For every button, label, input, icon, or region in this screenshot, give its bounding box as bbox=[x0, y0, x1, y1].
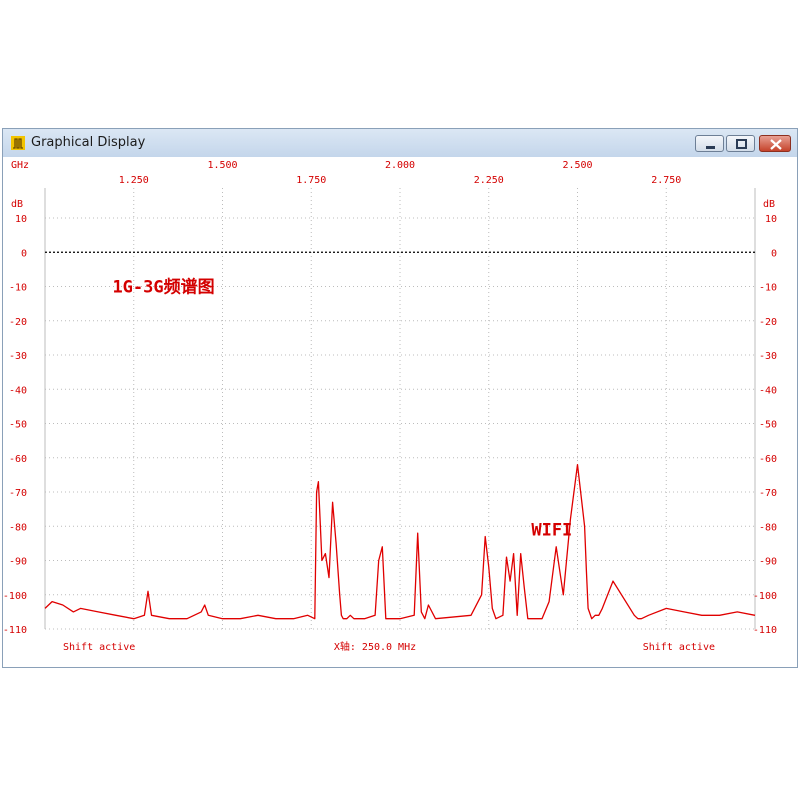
x-unit-label: GHz bbox=[11, 160, 29, 171]
y-tick-label-left: -10 bbox=[9, 283, 27, 294]
x-tick-label-bottom: 2.250 bbox=[474, 175, 504, 186]
spectrum-plot-area[interactable]: GHz dB dB 10 10 0 0 -10 -10 -20 -20 -30 -30 -40 -40… bbox=[3, 157, 797, 667]
status-right: Shift active bbox=[643, 642, 715, 653]
y-unit-label-right: dB bbox=[763, 199, 775, 210]
wifi-annotation: WIFI bbox=[531, 521, 572, 541]
y-tick-label-right: 0 bbox=[771, 248, 777, 259]
y-tick-label-left: -90 bbox=[9, 557, 27, 568]
close-button[interactable] bbox=[759, 135, 791, 152]
y-tick-label-left: -50 bbox=[9, 420, 27, 431]
y-tick-label-left: 0 bbox=[21, 248, 27, 259]
y-tick-label-right: -40 bbox=[759, 385, 777, 396]
y-tick-label-right: -50 bbox=[759, 420, 777, 431]
spectrum-chart: GHz dB dB 10 10 0 0 -10 -10 -20 -20 -30 -30 -40 -40… bbox=[3, 160, 777, 653]
y-tick-label-right: -10 bbox=[759, 283, 777, 294]
x-tick-label-bottom: 1.750 bbox=[296, 175, 326, 186]
y-tick-label-right: -100 bbox=[753, 591, 777, 602]
y-tick-label-right: -20 bbox=[759, 317, 777, 328]
x-tick-label-top: 1.500 bbox=[207, 160, 237, 171]
y-tick-label-left: -60 bbox=[9, 454, 27, 465]
y-tick-label-right: -30 bbox=[759, 351, 777, 362]
chart-title-annotation: 1G-3G频谱图 bbox=[112, 277, 214, 298]
y-tick-label-right: 10 bbox=[765, 214, 777, 225]
spectrum-trace bbox=[44, 463, 756, 620]
x-tick-label-top: 2.000 bbox=[385, 160, 415, 171]
window-title: Graphical Display bbox=[31, 135, 146, 150]
close-icon bbox=[770, 139, 782, 150]
y-tick-label-left: -70 bbox=[9, 488, 27, 499]
y-tick-label-left: -80 bbox=[9, 522, 27, 533]
status-left: Shift active bbox=[63, 642, 135, 653]
y-tick-label-left: 10 bbox=[15, 214, 27, 225]
graphical-display-window: Graphical Display GHz dB dB 10 10 0 0 -10 -10… bbox=[2, 128, 798, 668]
minimize-icon bbox=[706, 146, 715, 149]
y-tick-label-right: -80 bbox=[759, 522, 777, 533]
maximize-button[interactable] bbox=[726, 135, 755, 152]
minimize-button[interactable] bbox=[695, 135, 724, 152]
app-spectrum-icon bbox=[11, 136, 25, 150]
x-tick-label-bottom: 1.250 bbox=[119, 175, 149, 186]
status-center: X轴: 250.0 MHz bbox=[334, 640, 416, 653]
y-tick-label-left: -30 bbox=[9, 351, 27, 362]
y-tick-label-right: -60 bbox=[759, 454, 777, 465]
x-tick-label-top: 2.500 bbox=[562, 160, 592, 171]
maximize-icon bbox=[736, 139, 747, 149]
y-tick-label-left: -100 bbox=[3, 591, 27, 602]
y-tick-label-left: -110 bbox=[3, 625, 27, 636]
y-unit-label-left: dB bbox=[11, 199, 23, 210]
x-tick-label-bottom: 2.750 bbox=[651, 175, 681, 186]
title-bar[interactable]: Graphical Display bbox=[3, 129, 797, 158]
y-tick-label-left: -40 bbox=[9, 385, 27, 396]
y-tick-label-right: -110 bbox=[753, 625, 777, 636]
y-tick-label-left: -20 bbox=[9, 317, 27, 328]
y-tick-label-right: -70 bbox=[759, 488, 777, 499]
y-tick-label-right: -90 bbox=[759, 557, 777, 568]
